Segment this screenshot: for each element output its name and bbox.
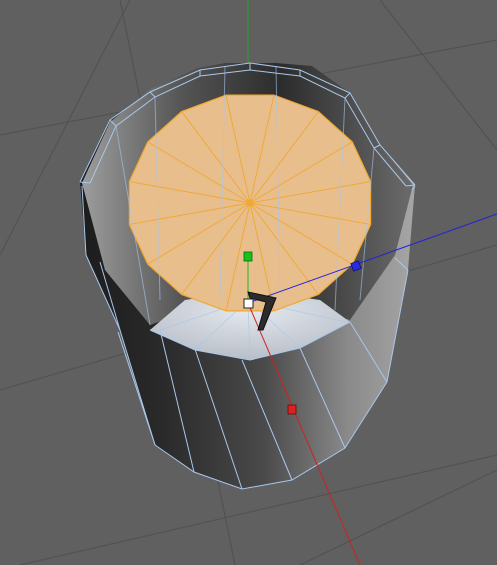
selected-top-cap-polygon[interactable] [128, 94, 372, 312]
3d-viewport[interactable] [0, 0, 497, 565]
center-handle[interactable] [243, 298, 254, 309]
top-cap-center-vertex [246, 199, 254, 207]
x-handle[interactable] [287, 404, 297, 415]
y-handle[interactable] [243, 251, 253, 262]
scene-canvas[interactable] [0, 0, 497, 565]
